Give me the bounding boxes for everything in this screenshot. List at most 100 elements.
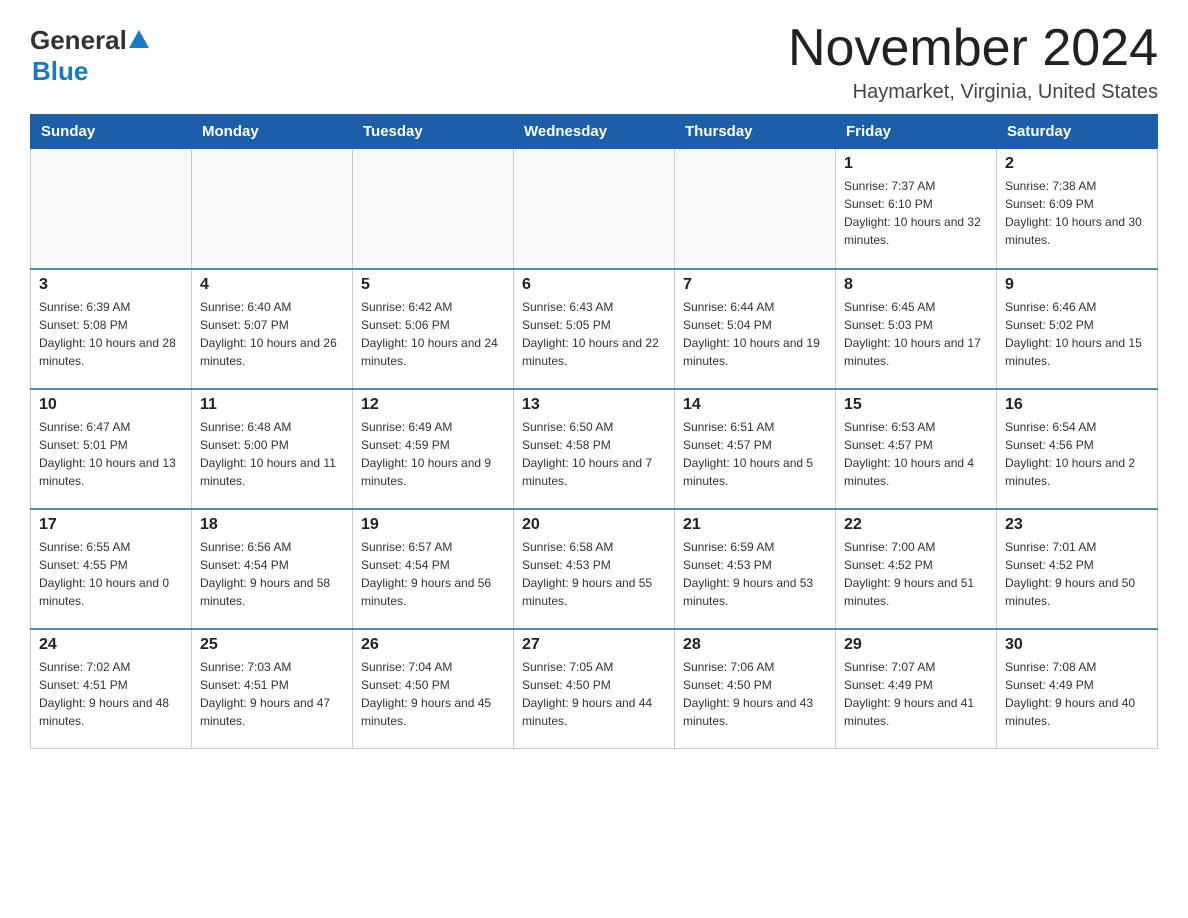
calendar-cell: 1 Sunrise: 7:37 AMSunset: 6:10 PMDaylight… (836, 149, 997, 269)
calendar-header-sunday: Sunday (31, 115, 192, 149)
calendar-cell: 4Sunrise: 6:40 AMSunset: 5:07 PMDaylight… (192, 269, 353, 389)
calendar-header-saturday: Saturday (997, 115, 1158, 149)
day-number: 24 (39, 636, 183, 654)
calendar-cell (353, 149, 514, 269)
calendar-header-thursday: Thursday (675, 115, 836, 149)
day-info: Sunrise: 6:49 AMSunset: 4:59 PMDaylight:… (361, 418, 505, 490)
day-number: 28 (683, 636, 827, 654)
calendar-cell: 27 Sunrise: 7:05 AMSunset: 4:50 PMDayligh… (514, 629, 675, 749)
calendar-cell: 12 Sunrise: 6:49 AMSunset: 4:59 PMDayligh… (353, 389, 514, 509)
day-number: 11 (200, 396, 344, 414)
day-number: 1 (844, 155, 988, 173)
day-number: 8 (844, 276, 988, 294)
calendar-cell: 18 Sunrise: 6:56 AMSunset: 4:54 PMDayligh… (192, 509, 353, 629)
calendar-week-row: 17 Sunrise: 6:55 AMSunset: 4:55 PMDayligh… (31, 509, 1158, 629)
day-info: Sunrise: 6:39 AMSunset: 5:08 PMDaylight:… (39, 298, 183, 370)
day-info: Sunrise: 7:07 AMSunset: 4:49 PMDaylight:… (844, 658, 988, 730)
day-number: 27 (522, 636, 666, 654)
day-number: 7 (683, 276, 827, 294)
calendar-cell: 13 Sunrise: 6:50 AMSunset: 4:58 PMDayligh… (514, 389, 675, 509)
calendar-table: SundayMondayTuesdayWednesdayThursdayFrid… (30, 114, 1158, 749)
day-info: Sunrise: 7:08 AMSunset: 4:49 PMDaylight:… (1005, 658, 1149, 730)
calendar-cell: 6 Sunrise: 6:43 AMSunset: 5:05 PMDaylight… (514, 269, 675, 389)
calendar-cell: 8 Sunrise: 6:45 AMSunset: 5:03 PMDaylight… (836, 269, 997, 389)
calendar-cell: 21 Sunrise: 6:59 AMSunset: 4:53 PMDayligh… (675, 509, 836, 629)
day-number: 20 (522, 516, 666, 534)
day-number: 3 (39, 276, 183, 294)
day-number: 14 (683, 396, 827, 414)
day-info: Sunrise: 7:06 AMSunset: 4:50 PMDaylight:… (683, 658, 827, 730)
day-number: 17 (39, 516, 183, 534)
day-info: Sunrise: 6:42 AMSunset: 5:06 PMDaylight:… (361, 298, 505, 370)
day-number: 18 (200, 516, 344, 534)
calendar-cell: 29Sunrise: 7:07 AMSunset: 4:49 PMDayligh… (836, 629, 997, 749)
calendar-cell: 20 Sunrise: 6:58 AMSunset: 4:53 PMDayligh… (514, 509, 675, 629)
calendar-cell: 3 Sunrise: 6:39 AMSunset: 5:08 PMDaylight… (31, 269, 192, 389)
day-info: Sunrise: 6:59 AMSunset: 4:53 PMDaylight:… (683, 538, 827, 610)
day-info: Sunrise: 6:58 AMSunset: 4:53 PMDaylight:… (522, 538, 666, 610)
logo: General Blue (30, 20, 149, 87)
logo-general-text: General (30, 25, 127, 56)
day-info: Sunrise: 7:38 AMSunset: 6:09 PMDaylight:… (1005, 177, 1149, 249)
day-info: Sunrise: 6:43 AMSunset: 5:05 PMDaylight:… (522, 298, 666, 370)
calendar-cell: 9 Sunrise: 6:46 AMSunset: 5:02 PMDaylight… (997, 269, 1158, 389)
day-number: 23 (1005, 516, 1149, 534)
day-info: Sunrise: 6:40 AMSunset: 5:07 PMDaylight:… (200, 298, 344, 370)
day-info: Sunrise: 6:56 AMSunset: 4:54 PMDaylight:… (200, 538, 344, 610)
day-number: 9 (1005, 276, 1149, 294)
day-number: 12 (361, 396, 505, 414)
main-title: November 2024 (788, 20, 1158, 77)
logo-triangle-icon (129, 30, 149, 48)
calendar-cell: 30 Sunrise: 7:08 AMSunset: 4:49 PMDayligh… (997, 629, 1158, 749)
day-info: Sunrise: 6:57 AMSunset: 4:54 PMDaylight:… (361, 538, 505, 610)
calendar-cell: 19 Sunrise: 6:57 AMSunset: 4:54 PMDayligh… (353, 509, 514, 629)
calendar-week-row: 1 Sunrise: 7:37 AMSunset: 6:10 PMDaylight… (31, 149, 1158, 269)
day-info: Sunrise: 6:46 AMSunset: 5:02 PMDaylight:… (1005, 298, 1149, 370)
calendar-cell: 24 Sunrise: 7:02 AMSunset: 4:51 PMDayligh… (31, 629, 192, 749)
calendar-cell: 10Sunrise: 6:47 AMSunset: 5:01 PMDayligh… (31, 389, 192, 509)
day-info: Sunrise: 7:00 AMSunset: 4:52 PMDaylight:… (844, 538, 988, 610)
day-info: Sunrise: 6:50 AMSunset: 4:58 PMDaylight:… (522, 418, 666, 490)
day-info: Sunrise: 7:01 AMSunset: 4:52 PMDaylight:… (1005, 538, 1149, 610)
calendar-cell: 11 Sunrise: 6:48 AMSunset: 5:00 PMDayligh… (192, 389, 353, 509)
day-number: 10 (39, 396, 183, 414)
calendar-cell: 26 Sunrise: 7:04 AMSunset: 4:50 PMDayligh… (353, 629, 514, 749)
calendar-header-monday: Monday (192, 115, 353, 149)
day-info: Sunrise: 7:04 AMSunset: 4:50 PMDaylight:… (361, 658, 505, 730)
day-number: 13 (522, 396, 666, 414)
calendar-week-row: 3 Sunrise: 6:39 AMSunset: 5:08 PMDaylight… (31, 269, 1158, 389)
day-number: 22 (844, 516, 988, 534)
day-number: 25 (200, 636, 344, 654)
calendar-cell: 5Sunrise: 6:42 AMSunset: 5:06 PMDaylight… (353, 269, 514, 389)
calendar-header-tuesday: Tuesday (353, 115, 514, 149)
calendar-cell: 28 Sunrise: 7:06 AMSunset: 4:50 PMDayligh… (675, 629, 836, 749)
logo-blue-text: Blue (32, 56, 88, 87)
day-number: 15 (844, 396, 988, 414)
calendar-cell: 15Sunrise: 6:53 AMSunset: 4:57 PMDayligh… (836, 389, 997, 509)
calendar-cell: 23 Sunrise: 7:01 AMSunset: 4:52 PMDayligh… (997, 509, 1158, 629)
calendar-cell: 22 Sunrise: 7:00 AMSunset: 4:52 PMDayligh… (836, 509, 997, 629)
calendar-cell: 14 Sunrise: 6:51 AMSunset: 4:57 PMDayligh… (675, 389, 836, 509)
day-number: 19 (361, 516, 505, 534)
calendar-cell: 17 Sunrise: 6:55 AMSunset: 4:55 PMDayligh… (31, 509, 192, 629)
day-number: 2 (1005, 155, 1149, 173)
calendar-header-row: SundayMondayTuesdayWednesdayThursdayFrid… (31, 115, 1158, 149)
day-number: 26 (361, 636, 505, 654)
day-info: Sunrise: 6:45 AMSunset: 5:03 PMDaylight:… (844, 298, 988, 370)
day-info: Sunrise: 6:51 AMSunset: 4:57 PMDaylight:… (683, 418, 827, 490)
day-info: Sunrise: 7:02 AMSunset: 4:51 PMDaylight:… (39, 658, 183, 730)
calendar-week-row: 10Sunrise: 6:47 AMSunset: 5:01 PMDayligh… (31, 389, 1158, 509)
day-info: Sunrise: 6:54 AMSunset: 4:56 PMDaylight:… (1005, 418, 1149, 490)
day-info: Sunrise: 6:44 AMSunset: 5:04 PMDaylight:… (683, 298, 827, 370)
calendar-cell: 25 Sunrise: 7:03 AMSunset: 4:51 PMDayligh… (192, 629, 353, 749)
title-section: November 2024 Haymarket, Virginia, Unite… (788, 20, 1158, 104)
day-info: Sunrise: 6:48 AMSunset: 5:00 PMDaylight:… (200, 418, 344, 490)
calendar-cell (192, 149, 353, 269)
day-number: 21 (683, 516, 827, 534)
day-number: 30 (1005, 636, 1149, 654)
day-number: 6 (522, 276, 666, 294)
day-info: Sunrise: 6:55 AMSunset: 4:55 PMDaylight:… (39, 538, 183, 610)
day-info: Sunrise: 7:05 AMSunset: 4:50 PMDaylight:… (522, 658, 666, 730)
day-info: Sunrise: 7:03 AMSunset: 4:51 PMDaylight:… (200, 658, 344, 730)
day-info: Sunrise: 7:37 AMSunset: 6:10 PMDaylight:… (844, 177, 988, 249)
